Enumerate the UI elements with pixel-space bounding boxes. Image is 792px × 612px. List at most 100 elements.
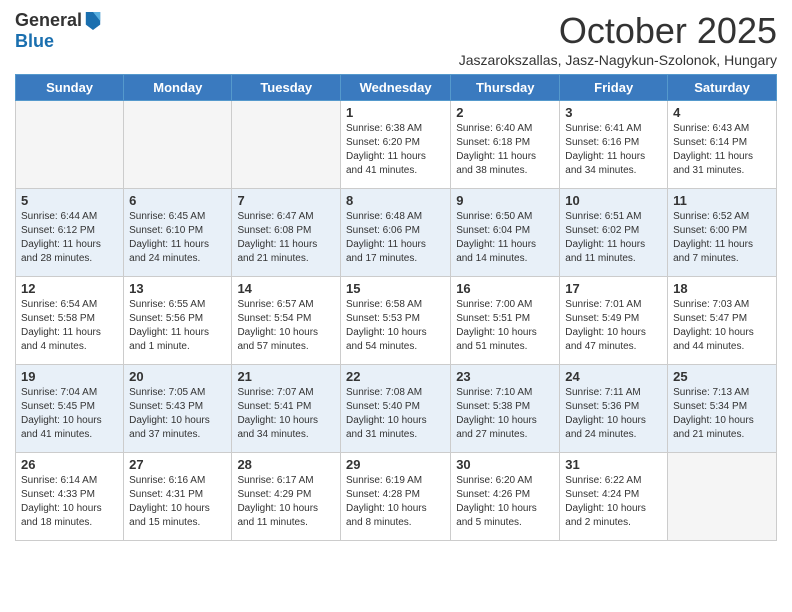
logo-icon	[84, 10, 102, 32]
day-number: 12	[21, 281, 118, 296]
day-info: Sunrise: 7:07 AM Sunset: 5:41 PM Dayligh…	[237, 386, 335, 442]
table-row: 15 Sunrise: 6:58 AM Sunset: 5:53 PM Dayli…	[340, 277, 450, 365]
day-info: Sunrise: 6:48 AM Sunset: 6:06 PM Dayligh…	[346, 210, 445, 266]
col-friday: Friday	[560, 75, 668, 101]
calendar-header-row: Sunday Monday Tuesday Wednesday Thursday…	[16, 75, 777, 101]
day-info: Sunrise: 6:40 AM Sunset: 6:18 PM Dayligh…	[456, 122, 554, 178]
day-number: 25	[673, 369, 771, 384]
table-row: 13Sunrise: 6:55 AM Sunset: 5:56 PM Dayli…	[124, 277, 232, 365]
day-number: 9	[456, 193, 554, 208]
header: General Blue October 2025 Jaszarokszalla…	[15, 10, 777, 68]
day-info: Sunrise: 6:51 AM Sunset: 6:02 PM Dayligh…	[565, 210, 662, 266]
day-info: Sunrise: 6:47 AM Sunset: 6:08 PM Dayligh…	[237, 210, 335, 266]
day-number: 21	[237, 369, 335, 384]
day-info: Sunrise: 6:16 AM Sunset: 4:31 PM Dayligh…	[129, 474, 226, 530]
day-info: Sunrise: 6:43 AM Sunset: 6:14 PM Dayligh…	[673, 122, 771, 178]
col-monday: Monday	[124, 75, 232, 101]
day-info: Sunrise: 6:41 AM Sunset: 6:16 PM Dayligh…	[565, 122, 662, 178]
day-number: 31	[565, 457, 662, 472]
calendar-week-row: 1 Sunrise: 6:38 AM Sunset: 6:20 PM Daylig…	[16, 101, 777, 189]
day-info: Sunrise: 6:38 AM Sunset: 6:20 PM Dayligh…	[346, 122, 445, 178]
table-row	[124, 101, 232, 189]
table-row: 6Sunrise: 6:45 AM Sunset: 6:10 PM Daylig…	[124, 189, 232, 277]
day-info: Sunrise: 6:44 AM Sunset: 6:12 PM Dayligh…	[21, 210, 118, 266]
table-row: 28 Sunrise: 6:17 AM Sunset: 4:29 PM Dayli…	[232, 453, 341, 541]
day-number: 22	[346, 369, 445, 384]
logo-blue-text: Blue	[15, 31, 54, 51]
table-row: 24 Sunrise: 7:11 AM Sunset: 5:36 PM Dayli…	[560, 365, 668, 453]
day-number: 19	[21, 369, 118, 384]
table-row: 14 Sunrise: 6:57 AM Sunset: 5:54 PM Dayli…	[232, 277, 341, 365]
month-title: October 2025	[459, 10, 777, 52]
table-row	[232, 101, 341, 189]
table-row: 12 Sunrise: 6:54 AM Sunset: 5:58 PM Dayli…	[16, 277, 124, 365]
table-row: 26Sunrise: 6:14 AM Sunset: 4:33 PM Dayli…	[16, 453, 124, 541]
day-info: Sunrise: 7:08 AM Sunset: 5:40 PM Dayligh…	[346, 386, 445, 442]
table-row: 27 Sunrise: 6:16 AM Sunset: 4:31 PM Dayli…	[124, 453, 232, 541]
table-row: 31Sunrise: 6:22 AM Sunset: 4:24 PM Dayli…	[560, 453, 668, 541]
day-info: Sunrise: 7:03 AM Sunset: 5:47 PM Dayligh…	[673, 298, 771, 354]
day-info: Sunrise: 7:00 AM Sunset: 5:51 PM Dayligh…	[456, 298, 554, 354]
day-number: 10	[565, 193, 662, 208]
table-row: 16Sunrise: 7:00 AM Sunset: 5:51 PM Dayli…	[451, 277, 560, 365]
day-info: Sunrise: 6:17 AM Sunset: 4:29 PM Dayligh…	[237, 474, 335, 530]
day-number: 1	[346, 105, 445, 120]
day-info: Sunrise: 7:10 AM Sunset: 5:38 PM Dayligh…	[456, 386, 554, 442]
day-number: 17	[565, 281, 662, 296]
location-subtitle: Jaszarokszallas, Jasz-Nagykun-Szolonok, …	[459, 52, 777, 68]
table-row: 23Sunrise: 7:10 AM Sunset: 5:38 PM Dayli…	[451, 365, 560, 453]
calendar-week-row: 19 Sunrise: 7:04 AM Sunset: 5:45 PM Dayli…	[16, 365, 777, 453]
table-row: 18 Sunrise: 7:03 AM Sunset: 5:47 PM Dayli…	[668, 277, 777, 365]
table-row: 29Sunrise: 6:19 AM Sunset: 4:28 PM Dayli…	[340, 453, 450, 541]
table-row: 10 Sunrise: 6:51 AM Sunset: 6:02 PM Dayli…	[560, 189, 668, 277]
day-number: 7	[237, 193, 335, 208]
day-number: 2	[456, 105, 554, 120]
logo-general-text: General	[15, 11, 82, 31]
table-row: 25Sunrise: 7:13 AM Sunset: 5:34 PM Dayli…	[668, 365, 777, 453]
calendar-table: Sunday Monday Tuesday Wednesday Thursday…	[15, 74, 777, 541]
day-number: 14	[237, 281, 335, 296]
table-row: 17 Sunrise: 7:01 AM Sunset: 5:49 PM Dayli…	[560, 277, 668, 365]
day-number: 27	[129, 457, 226, 472]
day-info: Sunrise: 7:11 AM Sunset: 5:36 PM Dayligh…	[565, 386, 662, 442]
table-row: 1 Sunrise: 6:38 AM Sunset: 6:20 PM Daylig…	[340, 101, 450, 189]
col-thursday: Thursday	[451, 75, 560, 101]
table-row: 5 Sunrise: 6:44 AM Sunset: 6:12 PM Daylig…	[16, 189, 124, 277]
day-number: 3	[565, 105, 662, 120]
day-number: 28	[237, 457, 335, 472]
table-row: 22 Sunrise: 7:08 AM Sunset: 5:40 PM Dayli…	[340, 365, 450, 453]
table-row	[668, 453, 777, 541]
col-wednesday: Wednesday	[340, 75, 450, 101]
table-row: 11Sunrise: 6:52 AM Sunset: 6:00 PM Dayli…	[668, 189, 777, 277]
table-row: 9Sunrise: 6:50 AM Sunset: 6:04 PM Daylig…	[451, 189, 560, 277]
table-row: 19 Sunrise: 7:04 AM Sunset: 5:45 PM Dayli…	[16, 365, 124, 453]
day-number: 26	[21, 457, 118, 472]
day-info: Sunrise: 6:58 AM Sunset: 5:53 PM Dayligh…	[346, 298, 445, 354]
day-info: Sunrise: 6:45 AM Sunset: 6:10 PM Dayligh…	[129, 210, 226, 266]
day-number: 5	[21, 193, 118, 208]
day-info: Sunrise: 7:01 AM Sunset: 5:49 PM Dayligh…	[565, 298, 662, 354]
day-info: Sunrise: 6:57 AM Sunset: 5:54 PM Dayligh…	[237, 298, 335, 354]
table-row: 8 Sunrise: 6:48 AM Sunset: 6:06 PM Daylig…	[340, 189, 450, 277]
table-row: 4Sunrise: 6:43 AM Sunset: 6:14 PM Daylig…	[668, 101, 777, 189]
logo: General Blue	[15, 10, 102, 52]
day-info: Sunrise: 6:20 AM Sunset: 4:26 PM Dayligh…	[456, 474, 554, 530]
day-number: 18	[673, 281, 771, 296]
day-info: Sunrise: 7:04 AM Sunset: 5:45 PM Dayligh…	[21, 386, 118, 442]
day-number: 24	[565, 369, 662, 384]
table-row: 3 Sunrise: 6:41 AM Sunset: 6:16 PM Daylig…	[560, 101, 668, 189]
day-number: 11	[673, 193, 771, 208]
calendar-week-row: 12 Sunrise: 6:54 AM Sunset: 5:58 PM Dayli…	[16, 277, 777, 365]
title-block: October 2025 Jaszarokszallas, Jasz-Nagyk…	[459, 10, 777, 68]
page: General Blue October 2025 Jaszarokszalla…	[0, 0, 792, 612]
day-info: Sunrise: 7:05 AM Sunset: 5:43 PM Dayligh…	[129, 386, 226, 442]
table-row: 2 Sunrise: 6:40 AM Sunset: 6:18 PM Daylig…	[451, 101, 560, 189]
calendar-week-row: 26Sunrise: 6:14 AM Sunset: 4:33 PM Dayli…	[16, 453, 777, 541]
table-row: 21 Sunrise: 7:07 AM Sunset: 5:41 PM Dayli…	[232, 365, 341, 453]
day-number: 30	[456, 457, 554, 472]
day-info: Sunrise: 6:54 AM Sunset: 5:58 PM Dayligh…	[21, 298, 118, 354]
day-number: 15	[346, 281, 445, 296]
table-row	[16, 101, 124, 189]
day-number: 29	[346, 457, 445, 472]
day-number: 8	[346, 193, 445, 208]
